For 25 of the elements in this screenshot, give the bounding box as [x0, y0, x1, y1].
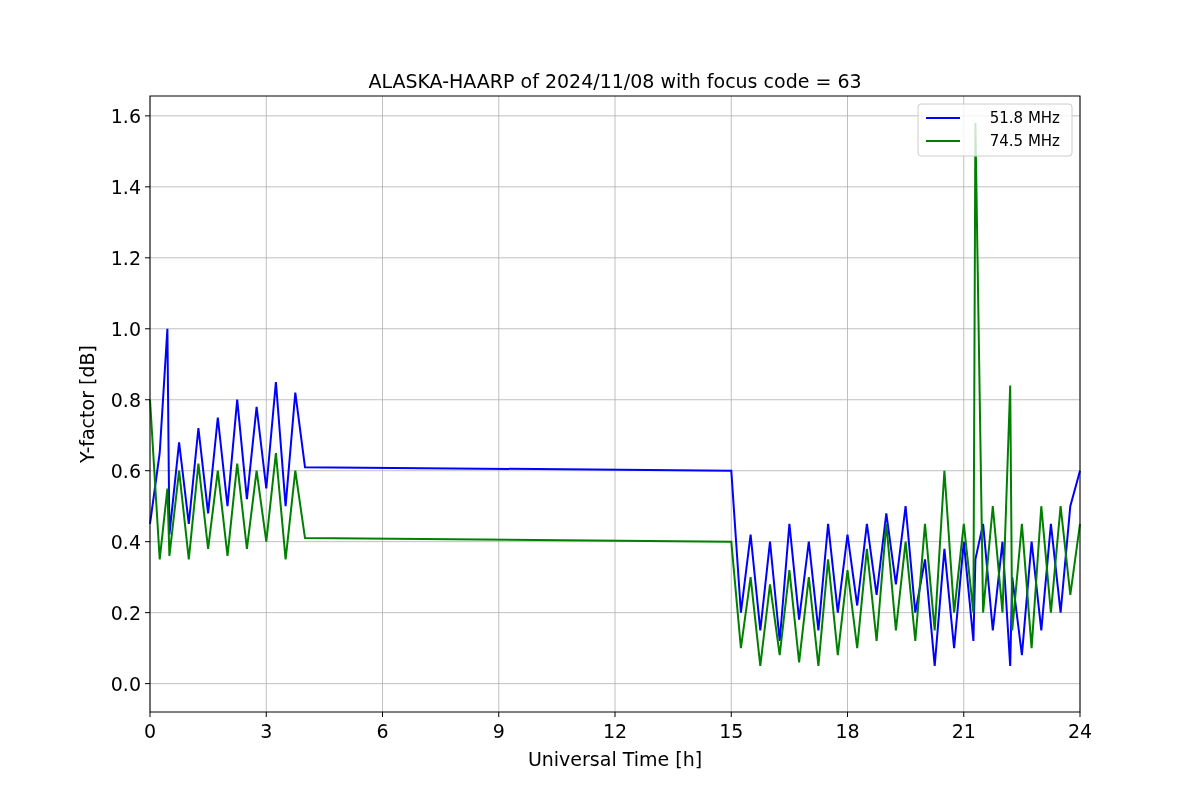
x-tick-label: 0: [143, 720, 157, 742]
x-tick-label: 24: [1067, 720, 1093, 742]
x-tick-label: 9: [492, 720, 505, 742]
y-tick-label: 0.6: [110, 459, 141, 482]
y-tick-label: 1.2: [110, 246, 141, 269]
y-tick-label: 1.6: [110, 104, 141, 127]
y-tick-label: 1.4: [110, 175, 141, 198]
legend-label: 51.8 MHz: [989, 109, 1060, 127]
x-axis-label: Universal Time [h]: [527, 748, 703, 770]
chart-title: ALASKA-HAARP of 2024/11/08 with focus code = 63: [368, 70, 862, 92]
x-tick-label: 3: [260, 720, 273, 742]
x-tick-label: 21: [951, 720, 976, 742]
x-tick-label: 6: [376, 720, 389, 742]
y-axis-label: Y-factor [dB]: [76, 345, 98, 463]
legend-label: 74.5 MHz: [989, 132, 1060, 150]
x-tick-label: 18: [835, 720, 860, 742]
y-tick-label: 0.4: [110, 530, 141, 553]
y-tick-label: 0.0: [110, 672, 141, 695]
x-tick-label: 15: [719, 720, 744, 742]
legend-line: [925, 117, 961, 119]
y-tick-label: 1.0: [110, 317, 141, 340]
y-tick-label: 0.2: [110, 601, 141, 624]
x-tick-label: 12: [602, 720, 628, 742]
y-tick-label: 0.8: [110, 388, 141, 411]
legend-line: [925, 140, 961, 142]
